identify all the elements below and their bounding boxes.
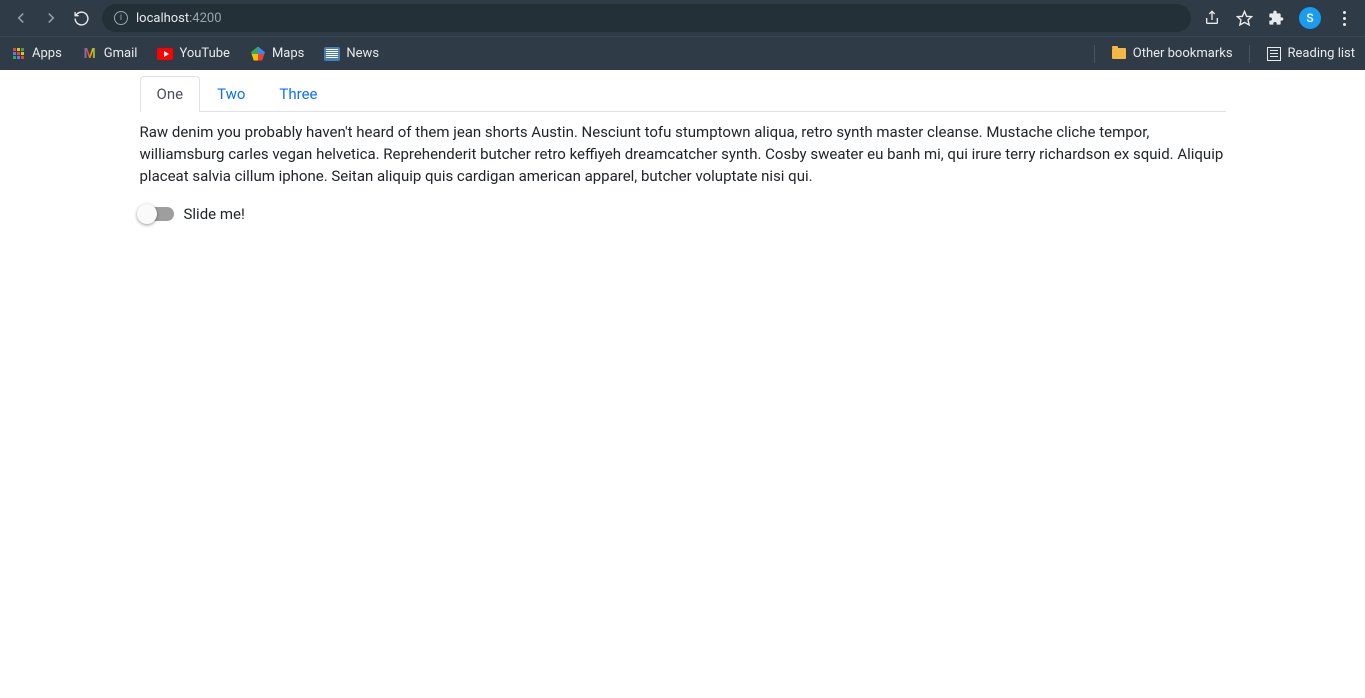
toolbar-right: S xyxy=(1203,7,1357,29)
toggle-row: Slide me! xyxy=(140,205,1226,223)
browser-toolbar: i localhost:4200 S xyxy=(0,0,1365,36)
bookmark-label: YouTube xyxy=(179,46,230,61)
browser-chrome: i localhost:4200 S Apps xyxy=(0,0,1365,70)
bookmark-label: Apps xyxy=(32,46,62,61)
page-content: One Two Three Raw denim you probably hav… xyxy=(0,70,1365,223)
bookmark-star-icon[interactable] xyxy=(1235,9,1253,27)
tab-three[interactable]: Three xyxy=(262,76,334,111)
site-info-icon[interactable]: i xyxy=(114,11,128,25)
divider xyxy=(1094,45,1095,63)
bookmark-label: Other bookmarks xyxy=(1133,46,1233,61)
maps-icon xyxy=(250,46,266,62)
tab-label: Two xyxy=(217,85,245,103)
bookmark-gmail[interactable]: M Gmail xyxy=(82,46,138,62)
bookmark-apps[interactable]: Apps xyxy=(10,46,62,62)
bookmark-label: Reading list xyxy=(1288,46,1355,61)
reading-list[interactable]: Reading list xyxy=(1266,46,1355,62)
reading-list-icon xyxy=(1266,46,1282,62)
tab-one[interactable]: One xyxy=(140,76,201,112)
avatar-letter: S xyxy=(1306,11,1313,25)
news-icon xyxy=(324,46,340,62)
bookmark-maps[interactable]: Maps xyxy=(250,46,304,62)
bookmarks-left: Apps M Gmail YouTube Maps News xyxy=(10,46,379,62)
bookmark-label: News xyxy=(346,46,379,61)
profile-avatar[interactable]: S xyxy=(1299,7,1321,29)
bookmarks-bar: Apps M Gmail YouTube Maps News xyxy=(0,36,1365,70)
url-host: localhost xyxy=(136,11,189,26)
url-port: :4200 xyxy=(189,11,221,26)
other-bookmarks[interactable]: Other bookmarks xyxy=(1111,46,1233,62)
folder-icon xyxy=(1111,46,1127,62)
reload-button[interactable] xyxy=(72,9,90,27)
toggle-label: Slide me! xyxy=(184,205,245,223)
nav-buttons xyxy=(8,9,90,27)
toggle-thumb xyxy=(137,204,157,224)
tab-two[interactable]: Two xyxy=(200,76,262,111)
bookmark-news[interactable]: News xyxy=(324,46,379,62)
tabs-nav: One Two Three xyxy=(140,76,1226,112)
gmail-icon: M xyxy=(82,46,98,62)
tab-label: One xyxy=(157,85,184,103)
back-button[interactable] xyxy=(12,9,30,27)
bookmarks-right: Other bookmarks Reading list xyxy=(1094,45,1355,63)
share-icon[interactable] xyxy=(1203,9,1221,27)
youtube-icon xyxy=(157,46,173,62)
content-paragraph: Raw denim you probably haven't heard of … xyxy=(140,122,1226,187)
forward-button[interactable] xyxy=(42,9,60,27)
bookmark-label: Gmail xyxy=(104,46,138,61)
apps-icon xyxy=(10,46,26,62)
extensions-icon[interactable] xyxy=(1267,9,1285,27)
address-bar[interactable]: i localhost:4200 xyxy=(102,4,1191,32)
bookmark-label: Maps xyxy=(272,46,304,61)
slide-toggle[interactable] xyxy=(140,207,174,221)
bookmark-youtube[interactable]: YouTube xyxy=(157,46,230,62)
container: One Two Three Raw denim you probably hav… xyxy=(128,76,1238,223)
menu-button[interactable] xyxy=(1335,9,1353,27)
tab-label: Three xyxy=(279,85,317,103)
tab-content: Raw denim you probably haven't heard of … xyxy=(140,112,1226,197)
divider xyxy=(1249,45,1250,63)
